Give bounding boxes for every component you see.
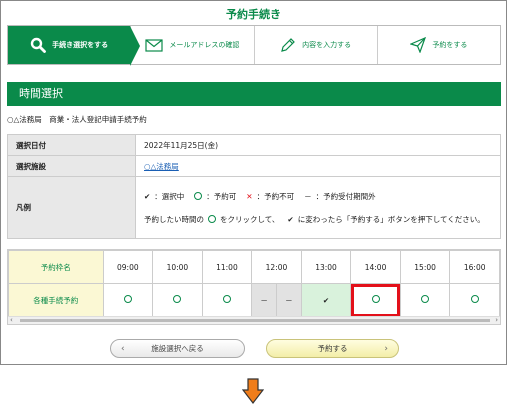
section-title: 時間選択	[7, 82, 501, 106]
slot-row-label: 各種手続予約	[8, 283, 104, 317]
envelope-icon	[145, 38, 163, 52]
time-header: 16:00	[449, 250, 500, 284]
legend-label: 凡例	[7, 176, 136, 239]
available-circle-icon	[173, 295, 182, 303]
dash-icon: －	[260, 295, 268, 305]
dash-icon: －	[304, 191, 312, 201]
arrow-down-icon	[242, 378, 264, 404]
step-select-procedure: 手続き選択をする	[8, 26, 141, 66]
slot-0900[interactable]	[102, 283, 154, 317]
step-enter-details: 内容を入力する	[253, 26, 377, 64]
back-button-label: 施設選択へ戻る	[151, 344, 204, 353]
reserve-button-label: 予約する	[317, 344, 348, 353]
slot-row: 各種手続予約 － － ✔	[8, 283, 500, 317]
legend-unavailable: ：予約不可	[256, 191, 295, 201]
date-label: 選択日付	[7, 134, 136, 156]
slot-1400[interactable]	[350, 283, 401, 317]
slot-1200-b: －	[275, 283, 302, 317]
time-slot-grid: 予約枠名 09:00 10:00 11:00 12:00 13:00 14:00…	[7, 249, 501, 325]
step-make-reservation: 予約をする	[376, 26, 500, 64]
search-icon	[30, 37, 47, 53]
chevron-left-icon: ‹	[121, 343, 125, 354]
cross-icon: ✕	[246, 191, 253, 201]
step-label: 手続き選択をする	[52, 41, 109, 49]
pencil-icon	[281, 38, 295, 52]
time-header: 10:00	[152, 250, 203, 284]
slot-name-header: 予約枠名	[8, 250, 104, 284]
check-icon: ✔	[322, 295, 330, 305]
legend-outside: ：予約受付期間外	[315, 191, 376, 201]
scroll-thumb[interactable]	[20, 319, 490, 322]
selection-info-table: 選択日付 2022年11月25日(金) 選択施設 ○△法務局 凡例 ✔ ：選択中…	[7, 134, 501, 239]
scroll-right-icon[interactable]: ›	[495, 316, 498, 324]
chevron-right-icon: ›	[384, 343, 388, 354]
time-header: 15:00	[399, 250, 451, 284]
reserve-button[interactable]: 予約する ›	[266, 339, 399, 358]
progress-steps: 手続き選択をする メールアドレスの確認 内容を入力する 予約をする	[7, 25, 501, 66]
office-procedure-line: ○△法務局 商業・法人登記申請手続予約	[7, 115, 147, 124]
step-label: 予約をする	[432, 41, 468, 49]
page-title: 予約手続き	[226, 8, 281, 21]
instruction: 予約したい時間の をクリックして、 ✔ に変わったら「予約する」ボタンを押下して…	[144, 214, 492, 225]
legend-selected: ：選択中	[154, 191, 185, 201]
time-header: 12:00	[251, 250, 302, 284]
step-label: メールアドレスの確認	[169, 41, 240, 49]
dash-icon: －	[285, 295, 293, 305]
slot-1500[interactable]	[399, 283, 451, 317]
paper-plane-icon	[410, 37, 427, 53]
time-header: 11:00	[201, 250, 253, 284]
slot-1000[interactable]	[152, 283, 203, 317]
facility-label: 選択施設	[7, 155, 136, 177]
slot-1600[interactable]	[449, 283, 500, 317]
available-circle-icon	[371, 295, 380, 303]
slot-1300-selected[interactable]: ✔	[300, 283, 352, 317]
time-header: 13:00	[300, 250, 352, 284]
instruction-a: 予約したい時間の	[144, 214, 204, 224]
back-to-facility-button[interactable]: ‹ 施設選択へ戻る	[110, 339, 245, 358]
available-circle-icon	[222, 295, 231, 303]
circle-icon	[194, 192, 203, 200]
legend: ✔ ：選択中 ：予約可 ✕ ：予約不可 － ：予約受付期間外	[144, 191, 492, 202]
instruction-c: に変わったら「予約する」ボタンを押下してください。	[297, 214, 485, 224]
step-label: 内容を入力する	[302, 41, 352, 49]
time-header-row: 予約枠名 09:00 10:00 11:00 12:00 13:00 14:00…	[8, 250, 500, 284]
date-value: 2022年11月25日(金)	[135, 134, 501, 156]
horizontal-scrollbar[interactable]: ‹ ›	[8, 316, 500, 324]
check-icon: ✔	[144, 191, 151, 201]
available-circle-icon	[123, 295, 132, 303]
legend-available: ：予約可	[206, 191, 237, 201]
circle-icon	[208, 215, 216, 223]
available-circle-icon	[421, 295, 430, 303]
available-circle-icon	[470, 295, 479, 303]
facility-link[interactable]: ○△法務局	[144, 162, 179, 171]
instruction-b: をクリックして、	[220, 214, 280, 224]
reservation-panel: 予約手続き 手続き選択をする メールアドレスの確認 内容を入力する 予約をする …	[0, 0, 507, 365]
slot-1100[interactable]	[201, 283, 253, 317]
step-confirm-email: メールアドレスの確認	[130, 26, 253, 64]
time-slot-table: 予約枠名 09:00 10:00 11:00 12:00 13:00 14:00…	[8, 250, 500, 317]
time-header: 14:00	[350, 250, 401, 284]
check-icon: ✔	[287, 214, 294, 224]
time-header: 09:00	[102, 250, 154, 284]
scroll-left-icon[interactable]: ‹	[10, 316, 13, 324]
slot-1200-a: －	[251, 283, 277, 317]
